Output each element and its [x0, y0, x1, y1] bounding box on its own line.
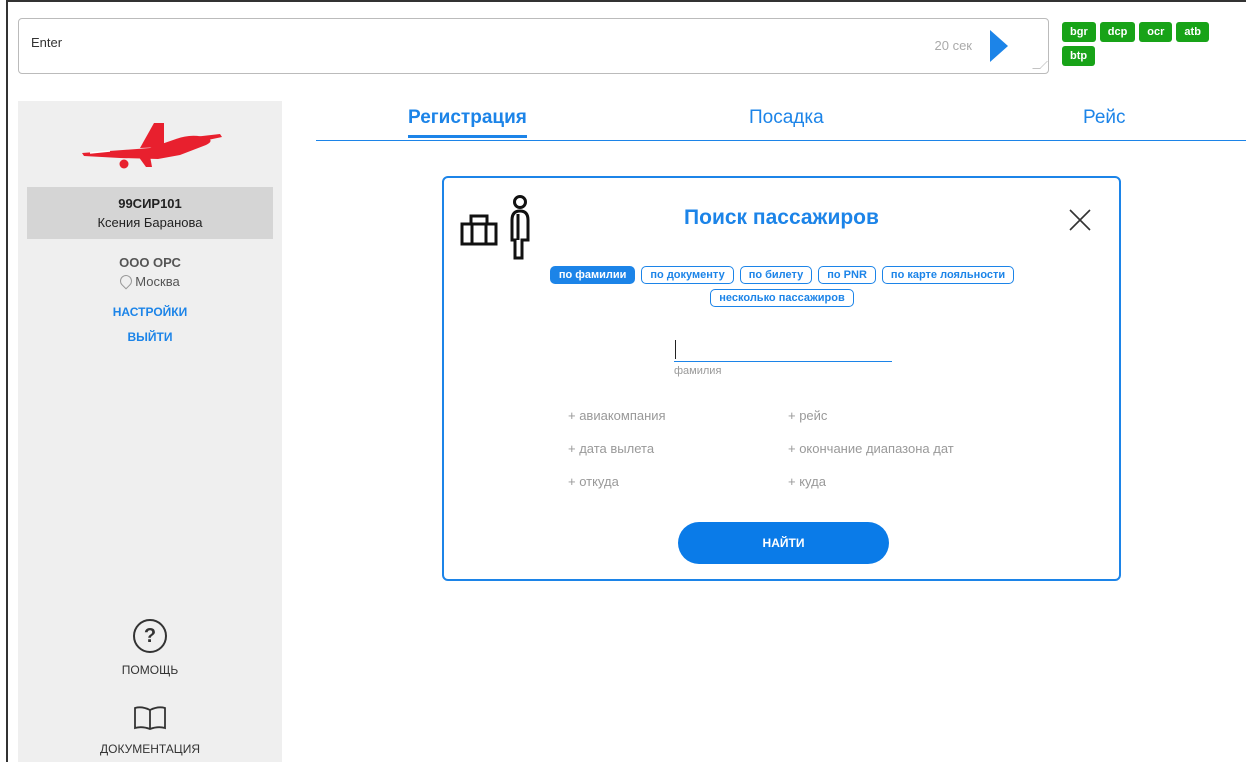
tag-dcp[interactable]: dcp	[1099, 22, 1136, 42]
location-pin-icon	[117, 272, 135, 290]
tag-atb[interactable]: atb	[1176, 22, 1209, 42]
add-departure-date-option[interactable]: + дата вылета	[568, 441, 654, 456]
mode-multiple-passengers[interactable]: несколько пассажиров	[710, 289, 854, 307]
surname-input[interactable]	[674, 336, 892, 362]
text-caret	[675, 340, 676, 359]
documentation-button[interactable]: ДОКУМЕНТАЦИЯ	[18, 705, 282, 756]
book-icon	[134, 706, 166, 730]
command-input-value[interactable]: Enter	[31, 35, 62, 50]
add-to-option[interactable]: + куда	[788, 474, 826, 489]
user-name: Ксения Баранова	[97, 215, 203, 230]
tab-registration[interactable]: Регистрация	[408, 107, 527, 138]
question-icon: ?	[133, 619, 167, 653]
logout-link[interactable]: ВЫЙТИ	[18, 330, 282, 344]
mode-by-pnr[interactable]: по PNR	[818, 266, 876, 284]
send-arrow-icon[interactable]	[990, 30, 1008, 62]
resize-handle[interactable]	[1032, 61, 1048, 69]
tag-ocr[interactable]: ocr	[1139, 22, 1173, 42]
add-airline-option[interactable]: + авиакомпания	[568, 408, 666, 423]
help-button[interactable]: ? ПОМОЩЬ	[18, 619, 282, 677]
tag-btp[interactable]: btp	[1062, 46, 1096, 66]
add-date-range-end-option[interactable]: + окончание диапазона дат	[788, 441, 954, 456]
mode-by-loyalty-card[interactable]: по карте лояльности	[881, 266, 1015, 284]
quick-tags: bgr dcp ocr atb btp	[1062, 22, 1242, 70]
search-mode-group: по фамилии по документу по билету по PNR по …	[484, 266, 1080, 312]
main-tabs: Регистрация Посадка Рейс	[316, 101, 1246, 141]
surname-label: фамилия	[674, 365, 722, 377]
add-from-option[interactable]: + откуда	[568, 474, 619, 489]
organization: ООО ОРС	[119, 255, 181, 270]
mode-by-document[interactable]: по документу	[641, 266, 734, 284]
city-label: Москва	[135, 274, 180, 289]
location: Москва	[18, 272, 282, 290]
settings-link[interactable]: НАСТРОЙКИ	[18, 305, 282, 319]
airplane-logo-icon	[82, 123, 222, 169]
sidebar: 99СИР101 Ксения Баранова ООО ОРС Москва …	[18, 101, 282, 762]
close-icon[interactable]	[1068, 208, 1092, 232]
mode-by-ticket[interactable]: по билету	[739, 266, 813, 284]
help-label: ПОМОЩЬ	[121, 663, 179, 677]
tag-bgr[interactable]: bgr	[1062, 22, 1096, 42]
add-flight-option[interactable]: + рейс	[788, 408, 827, 423]
find-button[interactable]: НАЙТИ	[678, 522, 889, 564]
passenger-search-dialog: Поиск пассажиров по фамилии по документу п…	[442, 176, 1121, 581]
dialog-title: Поиск пассажиров	[684, 206, 879, 229]
docs-label: ДОКУМЕНТАЦИЯ	[100, 742, 200, 756]
tab-flight[interactable]: Рейс	[1083, 107, 1126, 129]
user-card: 99СИР101 Ксения Баранова	[27, 187, 273, 239]
timeout-label: 20 сек	[934, 38, 973, 53]
user-code: 99СИР101	[118, 196, 182, 211]
command-input[interactable]: Enter 20 сек	[18, 18, 1049, 74]
tab-boarding[interactable]: Посадка	[749, 107, 824, 129]
mode-by-surname[interactable]: по фамилии	[549, 266, 636, 284]
